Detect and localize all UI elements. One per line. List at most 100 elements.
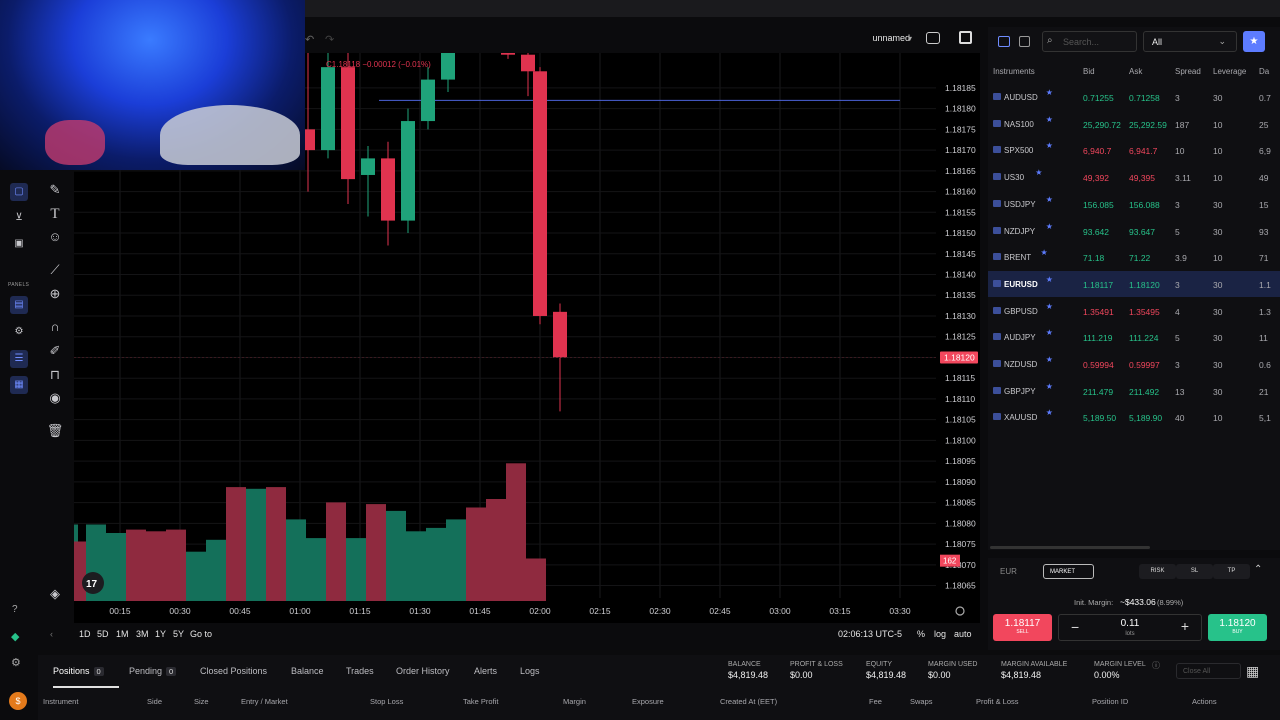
favorite-star-icon[interactable]: ★ <box>1046 275 1053 284</box>
favorite-star-icon[interactable]: ★ <box>1046 222 1053 231</box>
instrument-row-spx500[interactable]: SPX500 6,940.7 6,941.7 10 10 6,9 ★ <box>988 137 1280 163</box>
favorite-star-icon[interactable]: ★ <box>1046 328 1053 337</box>
calendar-icon[interactable] <box>1019 36 1030 47</box>
instrument-row-brent[interactable]: BRENT 71.18 71.22 3.9 10 71 ★ <box>988 244 1280 270</box>
undo-icon[interactable]: ↶ <box>305 33 314 46</box>
emoji-icon[interactable]: ☺ <box>46 228 64 246</box>
instrument-row-us30[interactable]: US30 49,392 49,395 3.11 10 49 ★ <box>988 164 1280 190</box>
pencil-lock-icon[interactable]: ✐ <box>46 342 64 360</box>
chevron-down-icon[interactable]: ▾ <box>908 34 912 43</box>
col-fee[interactable]: Fee <box>869 697 882 706</box>
col-size[interactable]: Size <box>194 697 209 706</box>
column-header-instruments[interactable]: Instruments <box>993 67 1035 76</box>
robot-icon[interactable]: ⚙ <box>10 323 28 341</box>
col-profit-loss[interactable]: Profit & Loss <box>976 697 1019 706</box>
instrument-row-audjpy[interactable]: AUDJPY 111.219 111.224 5 30 11 ★ <box>988 324 1280 350</box>
log-toggle[interactable]: log <box>934 629 946 639</box>
fullscreen-icon[interactable] <box>959 31 972 44</box>
tab-balance[interactable]: Balance <box>291 666 324 676</box>
favorite-star-icon[interactable]: ★ <box>1035 168 1042 177</box>
sell-button[interactable]: 1.18117 SELL <box>993 614 1052 641</box>
account-avatar[interactable]: $ <box>9 692 27 710</box>
favorite-star-icon[interactable]: ★ <box>1046 141 1053 150</box>
instruments-panel-icon[interactable]: ▤ <box>10 296 28 314</box>
favorite-star-icon[interactable]: ★ <box>1046 408 1053 417</box>
instrument-row-nas100[interactable]: NAS100 25,290.72 25,292.59 187 10 25 ★ <box>988 111 1280 137</box>
close-all-button[interactable]: Close All <box>1176 663 1241 679</box>
favorite-star-icon[interactable]: ★ <box>1046 88 1053 97</box>
info-icon[interactable]: ⓘ <box>1152 660 1160 671</box>
tab-positions[interactable]: Positions 0 <box>53 666 104 676</box>
timeframe-3m[interactable]: 3M <box>136 629 149 639</box>
instrument-row-eurusd[interactable]: EURUSD 1.18117 1.18120 3 30 1.1 ★ <box>988 270 1280 297</box>
col-stop-loss[interactable]: Stop Loss <box>370 697 403 706</box>
positions-panel-icon[interactable]: ▦ <box>10 376 28 394</box>
timeframe-5y[interactable]: 5Y <box>173 629 184 639</box>
instrument-filter-select[interactable]: All ⌄ <box>1143 31 1237 52</box>
col-swaps[interactable]: Swaps <box>910 697 933 706</box>
magnet-icon[interactable]: ∩ <box>46 318 64 336</box>
help-icon[interactable]: ? <box>12 604 18 615</box>
grid-layout-icon[interactable]: ▦ <box>1246 663 1259 680</box>
trash-icon[interactable]: 🗑 <box>46 422 64 440</box>
timeframe-5d[interactable]: 5D <box>97 629 109 639</box>
clock-readout[interactable]: 02:06:13 UTC-5 <box>838 629 902 639</box>
column-header-leverage[interactable]: Leverage <box>1213 67 1246 76</box>
instrument-row-nzdjpy[interactable]: NZDJPY 93.642 93.647 5 30 93 ★ <box>988 218 1280 244</box>
tp-button[interactable]: TP <box>1213 564 1250 579</box>
diamond-icon[interactable]: ◆ <box>11 630 19 643</box>
instrument-search[interactable]: ⌕ Search... <box>1042 31 1137 52</box>
favorite-star-icon[interactable]: ★ <box>1046 302 1053 311</box>
monitor-icon[interactable]: ▣ <box>10 235 28 253</box>
brush-icon[interactable]: ✎ <box>46 181 64 199</box>
percent-toggle[interactable]: % <box>917 629 925 639</box>
col-exposure[interactable]: Exposure <box>632 697 664 706</box>
buy-button[interactable]: 1.18120 BUY <box>1208 614 1267 641</box>
market-order-toggle[interactable]: MARKET <box>1043 564 1094 579</box>
lots-stepper[interactable]: − 0.11 lots + <box>1058 614 1202 641</box>
redo-icon[interactable]: ↷ <box>325 33 334 46</box>
tab-trades[interactable]: Trades <box>346 666 374 676</box>
tab-logs[interactable]: Logs <box>520 666 540 676</box>
instrument-row-gbpjpy[interactable]: GBPJPY 211.479 211.492 13 30 21 ★ <box>988 378 1280 404</box>
go-to-button[interactable]: Go to <box>190 629 212 639</box>
timeframe-1m[interactable]: 1M <box>116 629 129 639</box>
col-take-profit[interactable]: Take Profit <box>463 697 498 706</box>
col-created-at[interactable]: Created At (EET) <box>720 697 777 706</box>
instrument-row-audusd[interactable]: AUDUSD 0.71255 0.71258 3 30 0.7 ★ <box>988 84 1280 110</box>
instrument-row-xauusd[interactable]: XAUUSD 5,189.50 5,189.90 40 10 5,1 ★ <box>988 404 1280 430</box>
tab-pending[interactable]: Pending 0 <box>129 666 177 676</box>
auto-toggle[interactable]: auto <box>954 629 972 639</box>
order-panel-icon[interactable]: ☰ <box>10 350 28 368</box>
instrument-view-icon[interactable] <box>998 36 1010 47</box>
plus-icon[interactable]: + <box>1181 618 1189 634</box>
favorite-star-icon[interactable]: ★ <box>1046 115 1053 124</box>
zoom-in-icon[interactable]: ⊕ <box>46 285 64 303</box>
tab-closed-positions[interactable]: Closed Positions <box>200 666 267 676</box>
settings-gear-icon[interactable]: ⚙ <box>11 656 21 669</box>
favorites-star-button[interactable]: ★ <box>1243 31 1265 52</box>
favorite-star-icon[interactable]: ★ <box>1046 382 1053 391</box>
column-header-ask[interactable]: Ask <box>1129 67 1142 76</box>
favorite-star-icon[interactable]: ★ <box>1041 248 1048 257</box>
eye-icon[interactable]: ◉ <box>46 389 64 407</box>
collapse-left-icon[interactable]: ‹ <box>50 629 53 639</box>
sl-button[interactable]: SL <box>1176 564 1213 579</box>
instrument-row-usdjpy[interactable]: USDJPY 156.085 156.088 3 30 15 ★ <box>988 191 1280 217</box>
col-side[interactable]: Side <box>147 697 162 706</box>
col-position-id[interactable]: Position ID <box>1092 697 1128 706</box>
chart-layout-icon[interactable]: ▢ <box>10 183 28 201</box>
ruler-icon[interactable]: ⟋ <box>46 261 64 279</box>
lots-value[interactable]: 0.11 <box>1059 618 1201 629</box>
instrument-row-gbpusd[interactable]: GBPUSD 1.35491 1.35495 4 30 1.3 ★ <box>988 298 1280 324</box>
favorite-star-icon[interactable]: ★ <box>1046 195 1053 204</box>
col-instrument[interactable]: Instrument <box>43 697 78 706</box>
column-header-daily[interactable]: Da <box>1259 67 1269 76</box>
tab-order-history[interactable]: Order History <box>396 666 450 676</box>
col-entry-market[interactable]: Entry / Market <box>241 697 288 706</box>
timeframe-1d[interactable]: 1D <box>79 629 91 639</box>
layers-icon[interactable]: ◈ <box>46 585 64 603</box>
layout-name[interactable]: unnamed <box>872 33 910 43</box>
column-header-spread[interactable]: Spread <box>1175 67 1201 76</box>
tab-alerts[interactable]: Alerts <box>474 666 497 676</box>
